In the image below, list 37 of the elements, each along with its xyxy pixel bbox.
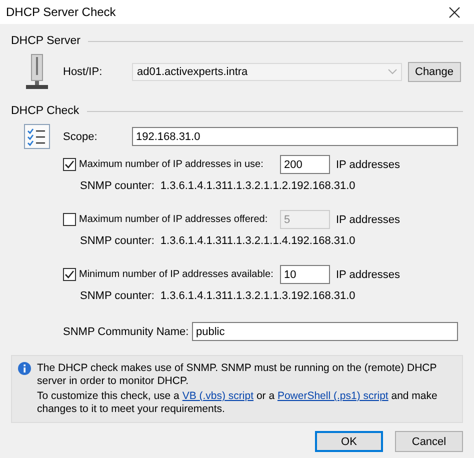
community-label: SNMP Community Name: (62, 326, 190, 338)
checkbox-label[interactable]: Maximum number of IP addresses offered: (79, 214, 276, 225)
script-link[interactable]: VB (.vbs) script (182, 390, 254, 402)
community-field[interactable]: public (192, 322, 458, 341)
checklist-icon (24, 124, 50, 149)
checkbox[interactable] (63, 268, 76, 281)
window-title: DHCP Server Check (6, 5, 116, 19)
threshold-field[interactable]: 200 (280, 155, 330, 174)
counter-value: 1.3.6.1.4.1.311.1.3.2.1.1.3.192.168.31.0 (160, 290, 356, 302)
unit-label: IP addresses (336, 268, 400, 280)
checkbox[interactable] (63, 213, 76, 226)
close-icon (448, 6, 460, 18)
scope-field[interactable]: 192.168.31.0 (132, 127, 458, 146)
section-heading: DHCP Check (11, 105, 80, 117)
counter-label: SNMP counter: (80, 290, 154, 302)
counter-label: SNMP counter: (80, 235, 154, 247)
host-combobox[interactable]: ad01.activexperts.intra (132, 63, 402, 81)
change-button[interactable]: Change (408, 62, 461, 82)
ok-button[interactable]: OK (315, 431, 383, 452)
customize-text: To customize this check, use a VB (.vbs) script or a PowerShell (.ps1) script and make changes to it to meet your requirements. (37, 390, 438, 416)
script-link[interactable]: PowerShell (.ps1) script (277, 390, 388, 402)
threshold-field[interactable]: 10 (280, 265, 330, 284)
counter-label: SNMP counter: (80, 180, 154, 192)
section-heading: DHCP Server (11, 35, 80, 47)
unit-label: IP addresses (336, 214, 400, 226)
checkbox[interactable] (63, 158, 76, 171)
info-text: The DHCP check makes use of SNMP. SNMP must be running on the (remote) DHCP server in order to monitor DHCP. (37, 362, 438, 388)
checkbox-label[interactable]: Maximum number of IP addresses in use: (79, 159, 276, 170)
cancel-button[interactable]: Cancel (395, 431, 463, 452)
server-icon (26, 54, 48, 90)
counter-value: 1.3.6.1.4.1.311.1.3.2.1.1.2.192.168.31.0 (160, 180, 356, 192)
info-icon (18, 362, 31, 375)
scope-label: Scope: (63, 130, 98, 142)
host-label: Host/IP: (63, 66, 104, 78)
counter-value: 1.3.6.1.4.1.311.1.3.2.1.1.4.192.168.31.0 (160, 235, 356, 247)
checkbox-label[interactable]: Minimum number of IP addresses available: (79, 269, 276, 280)
unit-label: IP addresses (336, 158, 400, 170)
